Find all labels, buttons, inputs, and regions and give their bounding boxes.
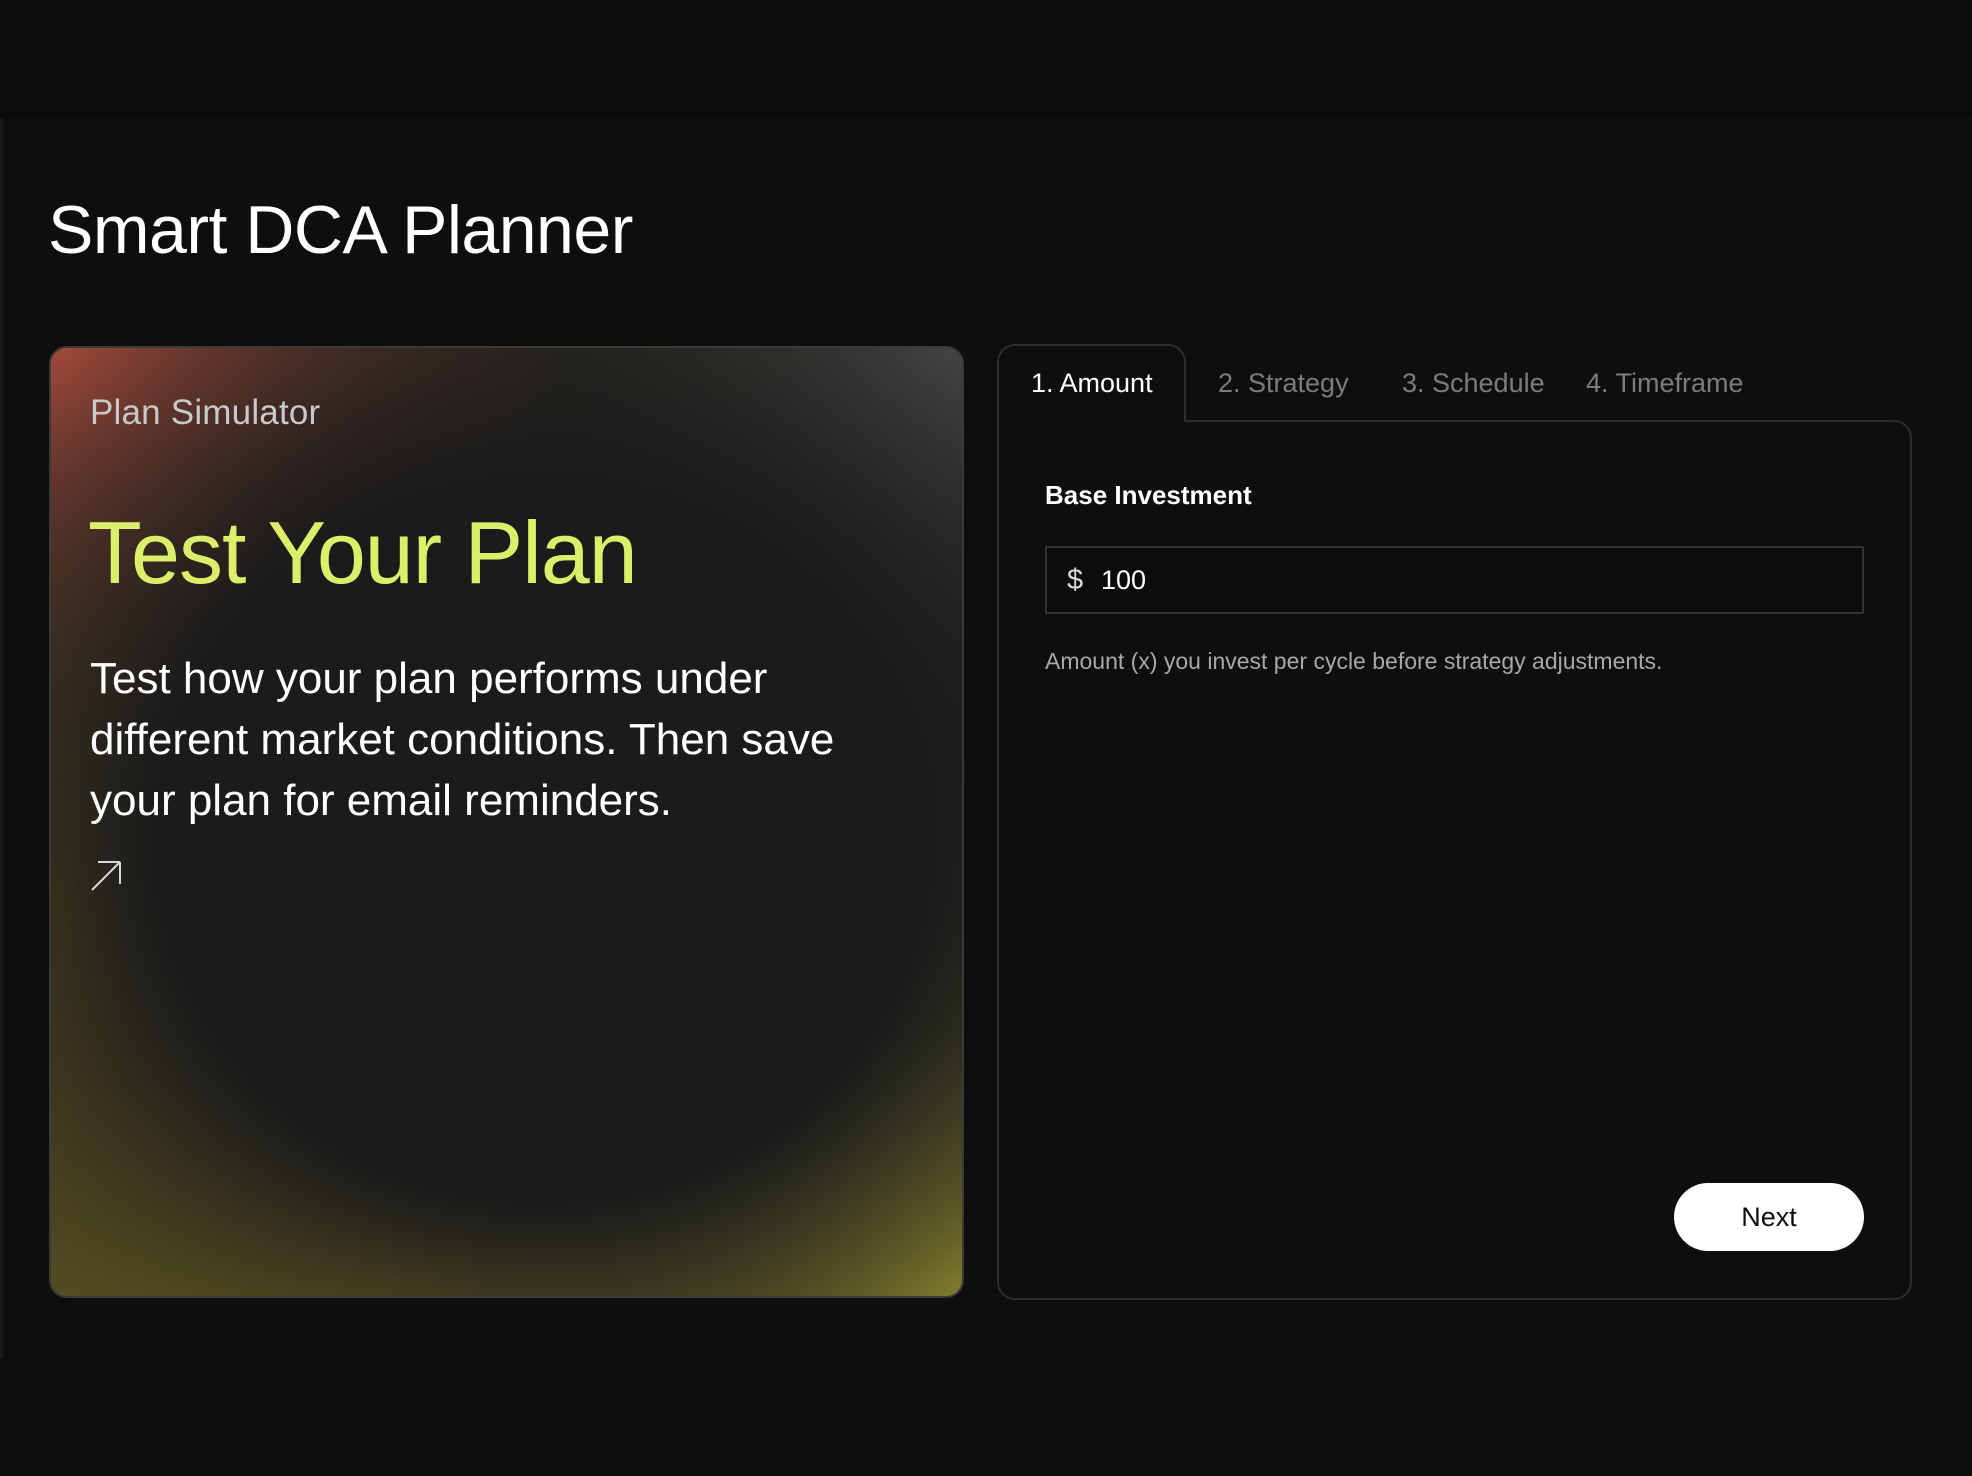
plan-simulator-card: Plan Simulator Test Your Plan Test how y… bbox=[49, 346, 964, 1298]
base-investment-helper-text: Amount (x) you invest per cycle before s… bbox=[1045, 648, 1663, 674]
tab-schedule[interactable]: 3. Schedule bbox=[1402, 365, 1545, 401]
card-description: Test how your plan performs under differ… bbox=[90, 654, 835, 825]
arrow-up-right-icon[interactable] bbox=[88, 858, 124, 894]
base-investment-input[interactable] bbox=[1101, 558, 1841, 602]
dollar-sign-icon: $ bbox=[1067, 564, 1084, 596]
base-investment-label: Base Investment bbox=[1045, 480, 1252, 510]
card-heading: Test Your Plan bbox=[88, 503, 638, 602]
amount-form-panel: Base Investment $ Amount (x) you invest … bbox=[997, 420, 1912, 1300]
tab-strategy[interactable]: 2. Strategy bbox=[1218, 365, 1349, 401]
tab-timeframe[interactable]: 4. Timeframe bbox=[1586, 365, 1744, 401]
page-title: Smart DCA Planner bbox=[48, 192, 633, 268]
left-edge-divider bbox=[0, 118, 3, 1358]
base-investment-input-wrapper[interactable]: $ bbox=[1045, 546, 1864, 614]
next-button[interactable]: Next bbox=[1674, 1183, 1864, 1251]
top-bar bbox=[0, 0, 1972, 118]
card-eyebrow: Plan Simulator bbox=[90, 393, 321, 432]
tab-amount[interactable]: 1. Amount bbox=[1031, 365, 1153, 401]
